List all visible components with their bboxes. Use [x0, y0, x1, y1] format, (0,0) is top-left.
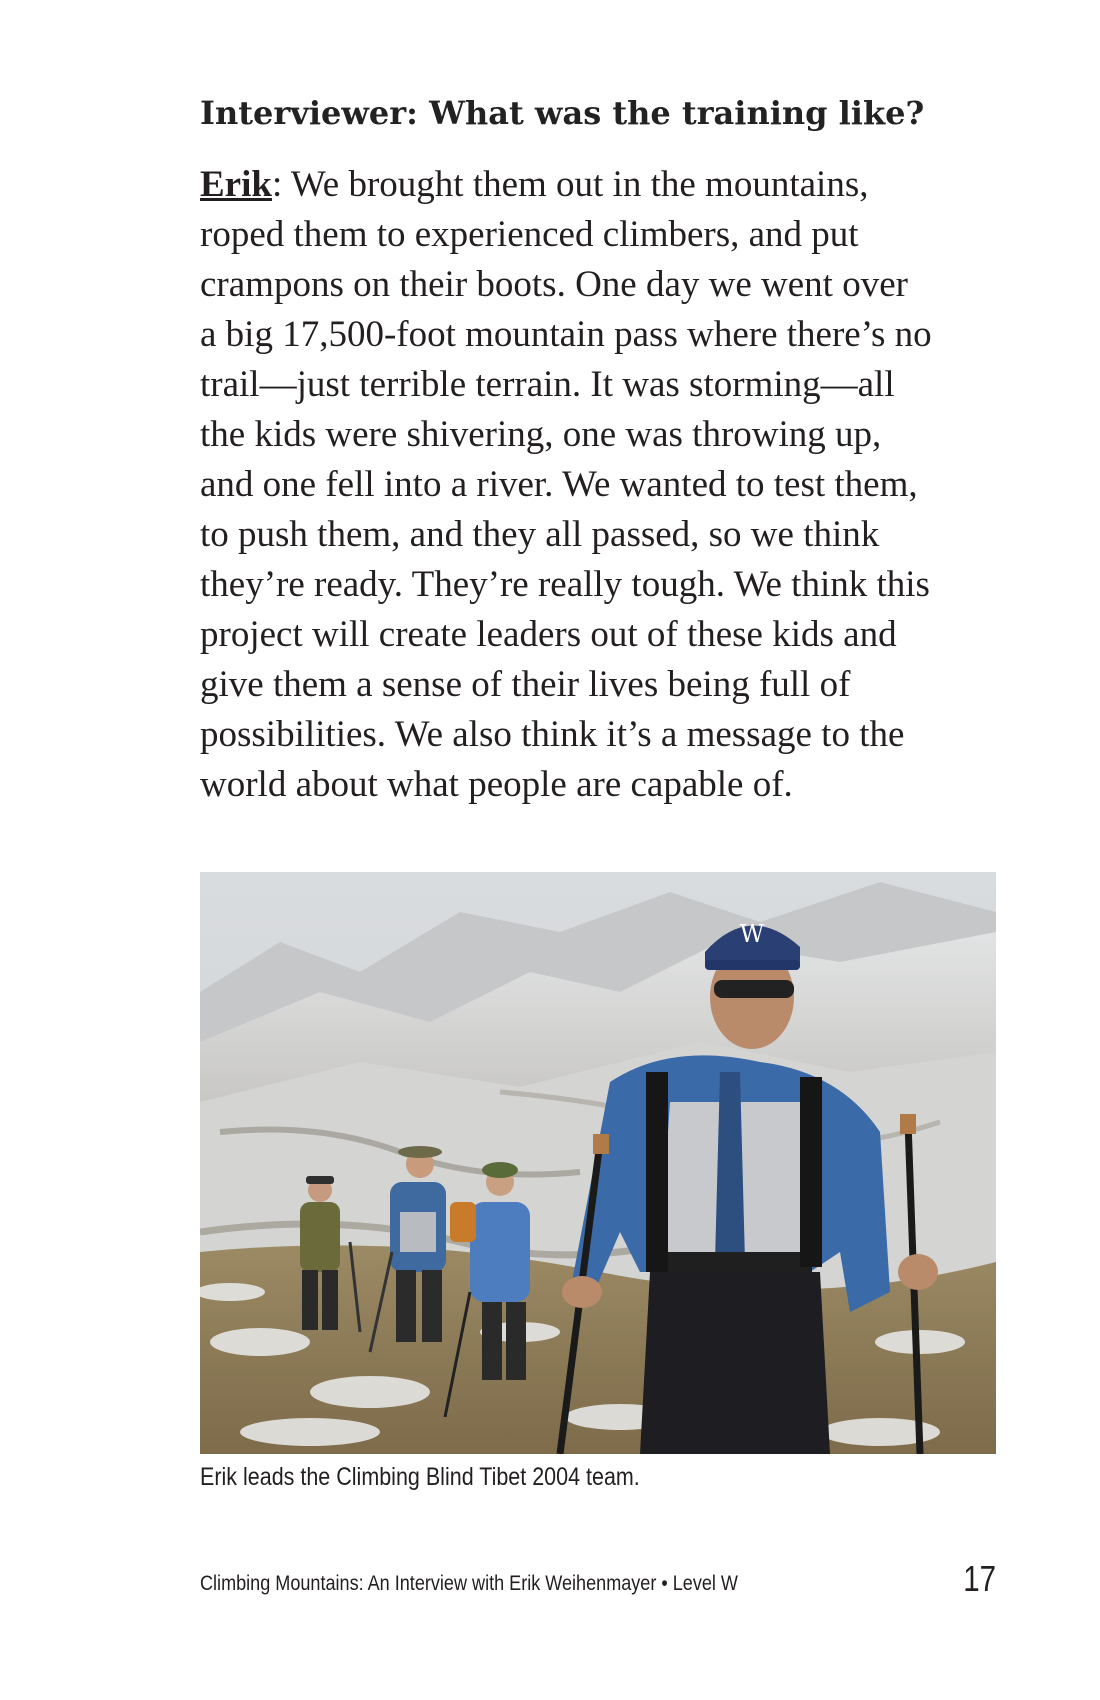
answer-line-1: Erik: We brought them out in the mountai… — [200, 164, 869, 205]
answer-line-4: a big 17,500-foot mountain pass where th… — [200, 314, 932, 355]
answer-line-13: world about what people are capable of. — [200, 764, 793, 805]
book-page: Interviewer: What was the training like?… — [0, 0, 1100, 1700]
page-number: 17 — [963, 1558, 996, 1599]
answer-line-2: roped them to experienced climbers, and … — [200, 214, 859, 255]
answer-line-7: and one fell into a river. We wanted to … — [200, 464, 918, 505]
answer-line-11: give them a sense of their lives being f… — [200, 664, 851, 705]
footer-book-title: Climbing Mountains: An Interview with Er… — [200, 1572, 738, 1595]
answer-line-9: they’re ready. They’re really tough. We … — [200, 564, 930, 605]
answer-line-8: to push them, and they all passed, so we… — [200, 514, 880, 555]
interview-answer: Erik: We brought them out in the mountai… — [200, 160, 990, 810]
climbing-team-photo: W — [200, 872, 996, 1454]
answer-line-5: trail—just terrible terrain. It was stor… — [200, 364, 895, 405]
interview-question: Interviewer: What was the training like? — [200, 94, 925, 132]
answer-line-6: the kids were shivering, one was throwin… — [200, 414, 882, 455]
photo-caption: Erik leads the Climbing Blind Tibet 2004… — [200, 1463, 640, 1491]
speaker-name: Erik — [200, 164, 272, 205]
cap-letter: W — [740, 920, 765, 948]
answer-line-10: project will create leaders out of these… — [200, 614, 897, 655]
answer-line-3: crampons on their boots. One day we went… — [200, 264, 908, 305]
answer-line-12: possibilities. We also think it’s a mess… — [200, 714, 905, 755]
